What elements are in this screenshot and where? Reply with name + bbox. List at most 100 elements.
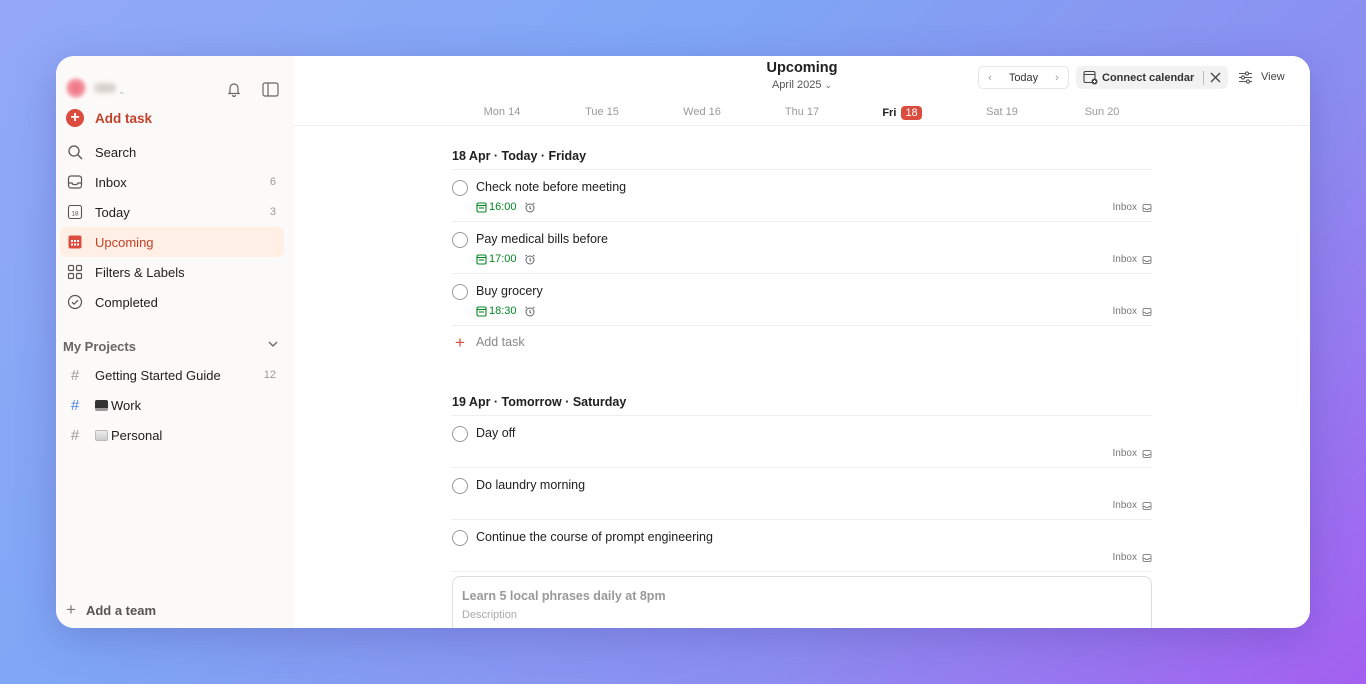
add-task-inline-button[interactable]: + Add task [452, 326, 1152, 358]
chevron-left-icon[interactable]: ‹ [979, 72, 1001, 84]
project-getting-started[interactable]: # Getting Started Guide 12 [60, 360, 284, 390]
sidebar-item-filters-labels[interactable]: Filters & Labels [60, 257, 284, 287]
search-icon [66, 143, 84, 161]
sidebar-item-label: Filters & Labels [95, 264, 185, 280]
task-due[interactable]: 17:00 [476, 253, 536, 265]
task-checkbox[interactable] [452, 478, 468, 494]
task-project[interactable]: Inbox [1113, 306, 1152, 317]
chevron-right-icon[interactable]: › [1046, 72, 1068, 84]
sidebar-toggle-icon[interactable] [259, 78, 281, 100]
task-checkbox[interactable] [452, 284, 468, 300]
today-date-badge: 18 [901, 106, 922, 120]
task-project[interactable]: Inbox [1113, 202, 1152, 213]
task-item[interactable]: Continue the course of prompt engineerin… [452, 520, 1152, 572]
add-task-button[interactable]: + Add task [60, 103, 284, 133]
task-description-input[interactable]: Description [462, 609, 1142, 621]
sidebar-item-inbox[interactable]: Inbox 6 [60, 167, 284, 197]
view-label: View [1261, 71, 1285, 83]
task-name[interactable]: Do laundry morning [476, 478, 585, 492]
check-circle-icon [66, 293, 84, 311]
day-section-heading: 19 Apr · Tomorrow · Saturday [452, 372, 1152, 416]
sliders-icon [1239, 70, 1252, 84]
user-name[interactable] [94, 83, 116, 93]
calendar-icon [476, 305, 487, 317]
day-tab[interactable]: Tue 15 [552, 106, 652, 118]
chevron-down-icon: ⌄ [824, 80, 833, 90]
task-list: 18 Apr · Today · Friday Check note befor… [452, 126, 1152, 628]
alarm-icon [524, 202, 536, 213]
close-icon[interactable] [1204, 72, 1226, 83]
inbox-icon [1142, 449, 1152, 458]
app-window: ⌄ + Add task Search Inbox 6 18 Today 3 U… [56, 56, 1310, 628]
add-task-inline-label: Add task [475, 335, 525, 349]
task-name[interactable]: Pay medical bills before [476, 232, 608, 246]
day-tab[interactable]: Sun 20 [1052, 106, 1152, 118]
task-item[interactable]: Pay medical bills before 17:00 Inbox [452, 222, 1152, 274]
task-name[interactable]: Day off [476, 426, 515, 440]
inbox-icon [66, 173, 84, 191]
plus-icon: + [455, 332, 465, 352]
laptop-emoji-icon [95, 399, 108, 411]
sidebar: ⌄ + Add task Search Inbox 6 18 Today 3 U… [56, 56, 294, 628]
task-item[interactable]: Check note before meeting 16:00 Inbox [452, 170, 1152, 222]
today-icon-number: 18 [71, 211, 79, 218]
project-name: Inbox [1112, 448, 1137, 459]
task-name[interactable]: Buy grocery [476, 284, 543, 298]
task-project[interactable]: Inbox [1113, 254, 1152, 265]
notepad-emoji-icon [95, 429, 108, 441]
project-label: Personal [111, 427, 163, 443]
calendar-add-icon [1083, 70, 1098, 85]
project-work[interactable]: # Work [60, 390, 284, 420]
sidebar-item-upcoming[interactable]: Upcoming [60, 227, 284, 257]
avatar[interactable] [66, 78, 86, 98]
task-due[interactable]: 18:30 [476, 305, 536, 317]
task-checkbox[interactable] [452, 232, 468, 248]
project-name: Inbox [1112, 552, 1137, 563]
bell-icon[interactable] [223, 78, 245, 100]
task-title-input[interactable]: Learn 5 local phrases daily at 8pm [462, 589, 1142, 603]
connect-calendar-button[interactable]: Connect calendar [1102, 72, 1194, 84]
view-button[interactable]: View [1238, 68, 1285, 86]
day-tab[interactable]: Mon 14 [452, 106, 552, 118]
task-time: 18:30 [489, 305, 517, 317]
calendar-icon [476, 253, 487, 265]
project-personal[interactable]: # Personal [60, 420, 284, 450]
task-time: 16:00 [489, 201, 517, 213]
day-tab[interactable]: Thu 17 [752, 106, 852, 118]
user-menu-chevron[interactable]: ⌄ [118, 86, 126, 97]
week-day-strip: Mon 14 Tue 15 Wed 16 Thu 17 Fri 18 Sat 1… [294, 102, 1310, 126]
sidebar-item-label: Upcoming [95, 234, 154, 250]
task-due[interactable]: 16:00 [476, 201, 536, 213]
main-panel: Upcoming April 2025 ⌄ ‹ Today › Connect c… [294, 56, 1310, 628]
task-name[interactable]: Continue the course of prompt engineerin… [476, 530, 713, 544]
task-item[interactable]: Day off Inbox [452, 416, 1152, 468]
task-name[interactable]: Check note before meeting [476, 180, 626, 194]
day-tab[interactable]: Sat 19 [952, 106, 1052, 118]
sidebar-top-bar: ⌄ [56, 66, 294, 106]
task-item[interactable]: Buy grocery 18:30 Inbox [452, 274, 1152, 326]
my-projects-header[interactable]: My Projects [63, 336, 287, 356]
task-project[interactable]: Inbox [1113, 448, 1152, 459]
task-checkbox[interactable] [452, 426, 468, 442]
task-project[interactable]: Inbox [1113, 552, 1152, 563]
task-quick-add-editor[interactable]: Learn 5 local phrases daily at 8pm Descr… [452, 576, 1152, 628]
hash-icon: # [70, 396, 80, 414]
sidebar-item-today[interactable]: 18 Today 3 [60, 197, 284, 227]
project-name: Inbox [1112, 202, 1137, 213]
inbox-icon [1142, 307, 1152, 316]
plus-icon: + [66, 600, 76, 619]
task-project[interactable]: Inbox [1113, 500, 1152, 511]
task-item[interactable]: Do laundry morning Inbox [452, 468, 1152, 520]
sidebar-item-completed[interactable]: Completed [60, 287, 284, 317]
task-checkbox[interactable] [452, 530, 468, 546]
today-button[interactable]: Today [1001, 72, 1046, 84]
task-checkbox[interactable] [452, 180, 468, 196]
day-tab-today[interactable]: Fri 18 [852, 106, 952, 120]
sidebar-item-search[interactable]: Search [60, 137, 284, 167]
day-tab[interactable]: Wed 16 [652, 106, 752, 118]
inbox-icon [1142, 553, 1152, 562]
add-icon: + [66, 109, 84, 127]
inbox-count: 6 [269, 176, 276, 188]
chevron-down-icon[interactable] [267, 338, 279, 353]
add-team-button[interactable]: + Add a team [66, 600, 156, 620]
